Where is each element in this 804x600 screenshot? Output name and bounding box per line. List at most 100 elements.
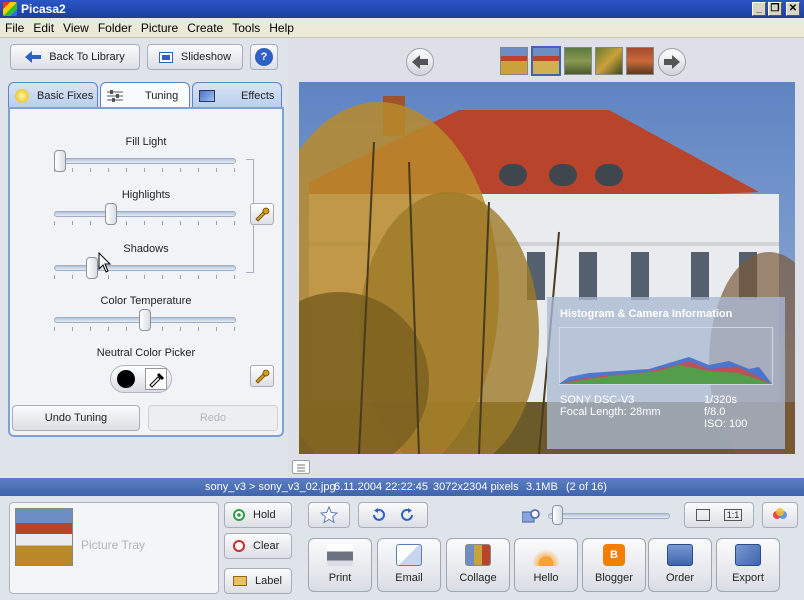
- slideshow-button[interactable]: Slideshow: [147, 44, 243, 70]
- redo-button[interactable]: Redo: [148, 405, 278, 431]
- tab-effects[interactable]: Effects: [192, 82, 282, 108]
- menu-edit[interactable]: Edit: [28, 18, 58, 35]
- picture-tray-label: Picture Tray: [81, 538, 146, 552]
- camera-model: SONY DSC-V3: [560, 394, 635, 406]
- shadows-ticks: [54, 275, 236, 279]
- filmstrip-thumbnail[interactable]: [564, 47, 592, 75]
- auto-highlights-picker-button[interactable]: [250, 203, 274, 225]
- highlights-ticks: [54, 221, 236, 225]
- tray-thumbnail[interactable]: [15, 508, 73, 566]
- menu-tools[interactable]: Tools: [227, 18, 264, 35]
- caption-toggle-button[interactable]: [292, 460, 310, 474]
- back-to-library-button[interactable]: Back To Library: [10, 44, 140, 70]
- next-photo-button[interactable]: [658, 48, 686, 76]
- menu-create[interactable]: Create: [182, 18, 227, 35]
- bulb-icon: [15, 88, 29, 103]
- blogger-button[interactable]: B Blogger: [582, 538, 646, 592]
- neutral-color-picker-label: Neutral Color Picker: [96, 347, 196, 359]
- aperture: f/8.0: [704, 406, 726, 418]
- order-label: Order: [665, 572, 695, 584]
- highlights-slider[interactable]: [105, 203, 117, 225]
- neutral-picker-button[interactable]: [145, 368, 167, 390]
- zoom-icon: [522, 509, 540, 523]
- undo-tuning-label: Undo Tuning: [44, 412, 108, 424]
- filmstrip-thumbnail-selected[interactable]: [531, 46, 561, 76]
- status-datetime: 6.11.2004 22:22:45: [334, 481, 428, 493]
- sliders-icon: [107, 89, 123, 102]
- slideshow-icon: [158, 51, 173, 63]
- filmstrip-thumbnail[interactable]: [626, 47, 654, 75]
- minimize-button[interactable]: _: [752, 2, 766, 16]
- effects-icon: [199, 89, 215, 102]
- fill-light-track[interactable]: [54, 158, 236, 164]
- fit-view-icon[interactable]: [695, 509, 710, 521]
- blogger-label: Blogger: [595, 572, 633, 584]
- blogger-icon: B: [603, 544, 625, 566]
- help-button[interactable]: ?: [250, 44, 278, 70]
- collage-label: Collage: [459, 572, 497, 584]
- menu-picture[interactable]: Picture: [136, 18, 182, 35]
- help-icon: ?: [255, 48, 273, 66]
- label-icon: [233, 576, 247, 586]
- label-button[interactable]: Label: [224, 568, 292, 594]
- hello-button[interactable]: Hello: [514, 538, 578, 592]
- print-label: Print: [328, 572, 352, 584]
- mouse-cursor-icon: [98, 252, 112, 273]
- filmstrip-thumbnail[interactable]: [595, 47, 623, 75]
- order-prints-icon: [667, 544, 693, 566]
- export-button[interactable]: Export: [716, 538, 780, 592]
- close-button[interactable]: ✕: [786, 2, 800, 16]
- clear-button[interactable]: Clear: [224, 533, 292, 559]
- print-button[interactable]: Print: [308, 538, 372, 592]
- previous-photo-button[interactable]: [406, 48, 434, 76]
- color-temperature-slider[interactable]: [139, 309, 151, 331]
- fill-light-ticks: [54, 168, 236, 172]
- zoom-slider[interactable]: [552, 505, 563, 525]
- tuning-panel: Fill Light Highlights Shadows Color Temp…: [8, 107, 284, 437]
- left-arrow-icon: [412, 55, 428, 69]
- hold-button[interactable]: Hold: [224, 502, 292, 528]
- star-button[interactable]: [308, 502, 350, 528]
- window-title: Picasa2: [21, 2, 66, 16]
- zoom-track[interactable]: [548, 513, 670, 519]
- menu-folder[interactable]: Folder: [93, 18, 136, 35]
- back-arrow-icon: [25, 51, 42, 63]
- restore-button[interactable]: ❐: [768, 2, 782, 16]
- email-button[interactable]: Email: [377, 538, 441, 592]
- menu-help[interactable]: Help: [264, 18, 298, 35]
- envelope-icon: [396, 544, 422, 566]
- email-label: Email: [395, 572, 423, 584]
- tab-basic-fixes[interactable]: Basic Fixes: [8, 82, 98, 108]
- color-wheel-icon: [773, 508, 787, 519]
- main-photo[interactable]: Histogram & Camera Information SONY DSC-…: [299, 82, 795, 454]
- tab-tuning[interactable]: Tuning: [100, 82, 190, 108]
- color-button[interactable]: [762, 502, 798, 528]
- label-label: Label: [255, 575, 282, 587]
- auto-color-picker-button[interactable]: [250, 365, 274, 387]
- collage-button[interactable]: Collage: [446, 538, 510, 592]
- clear-icon: [233, 540, 245, 552]
- neutral-picker-group: [110, 365, 172, 393]
- actual-size-button[interactable]: 1:1: [723, 509, 743, 521]
- shadows-track[interactable]: [54, 265, 236, 271]
- tab-tuning-label: Tuning: [145, 89, 179, 102]
- shadows-label: Shadows: [123, 243, 169, 255]
- rotate-right-icon[interactable]: [401, 508, 415, 522]
- menu-file[interactable]: File: [0, 18, 28, 35]
- picture-tray[interactable]: Picture Tray: [9, 502, 219, 594]
- fill-light-slider[interactable]: [54, 150, 66, 172]
- redo-label: Redo: [199, 412, 227, 424]
- order-button[interactable]: Order: [648, 538, 712, 592]
- highlights-track[interactable]: [54, 211, 236, 217]
- menu-bar: File Edit View Folder Picture Create Tools Help: [0, 18, 804, 38]
- filmstrip-thumbnail[interactable]: [500, 47, 528, 75]
- photo-viewer: Histogram & Camera Information SONY DSC-…: [288, 38, 804, 478]
- shadows-slider[interactable]: [86, 257, 99, 279]
- iso: ISO: 100: [704, 418, 748, 430]
- title-bar: Picasa2 _ ❐ ✕: [0, 0, 804, 18]
- undo-tuning-button[interactable]: Undo Tuning: [12, 405, 140, 431]
- tab-effects-label: Effects: [241, 89, 275, 102]
- rotate-left-icon[interactable]: [371, 508, 385, 522]
- menu-view[interactable]: View: [58, 18, 93, 35]
- edit-panel: Back To Library Slideshow ? Basic Fixes …: [0, 38, 288, 478]
